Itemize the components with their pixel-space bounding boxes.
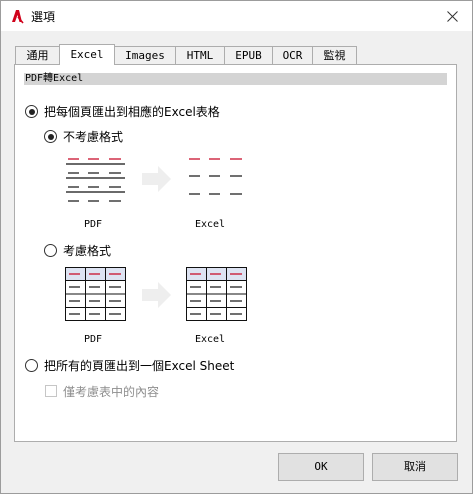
tab-bar: 通用 Excel Images HTML EPUB OCR 監視 [15,44,357,65]
single-sheet-label: 把所有的頁匯出到一個Excel Sheet [44,359,235,373]
keep-format-label: 考慮格式 [63,244,112,258]
section-header: PDF轉Excel [24,73,447,85]
tables-only-label: 僅考慮表中的內容 [63,385,160,399]
excel-table-illustration [186,267,247,321]
app-logo-icon [9,8,25,24]
tab-monitor[interactable]: 監視 [312,46,357,65]
excel-caption: Excel [194,334,226,345]
per-page-label: 把每個頁匯出到相應的Excel表格 [44,105,220,119]
arrow-right-icon [142,282,171,308]
excel-plain-illustration [189,158,242,195]
tab-epub[interactable]: EPUB [224,46,272,65]
ok-button[interactable]: OK [278,453,364,481]
title-bar: 選項 [1,1,472,31]
tables-only-checkbox[interactable] [45,385,57,397]
ignore-format-label: 不考慮格式 [63,130,124,144]
pdf-caption: PDF [83,219,103,230]
per-page-radio[interactable] [25,105,38,118]
excel-settings-panel: PDF轉Excel 把每個頁匯出到相應的Excel表格 不考慮格式 PDF Ex… [14,64,457,442]
close-icon [446,10,458,22]
pdf-plain-illustration [66,158,125,202]
window-title: 選項 [31,10,56,24]
pdf-caption: PDF [83,334,103,345]
keep-format-radio[interactable] [44,244,57,257]
cancel-button[interactable]: 取消 [372,453,458,481]
options-dialog: 選項 通用 Excel Images HTML EPUB OCR 監視 PDF轉… [0,0,473,494]
ignore-format-radio[interactable] [44,130,57,143]
tab-excel[interactable]: Excel [59,44,115,65]
tab-html[interactable]: HTML [175,46,224,65]
pdf-table-illustration [65,267,126,321]
tab-ocr[interactable]: OCR [272,46,312,65]
arrow-right-icon [142,166,171,192]
tab-images[interactable]: Images [115,46,175,65]
close-button[interactable] [432,1,472,31]
single-sheet-radio[interactable] [25,359,38,372]
excel-caption: Excel [194,219,226,230]
tab-general[interactable]: 通用 [15,46,59,65]
